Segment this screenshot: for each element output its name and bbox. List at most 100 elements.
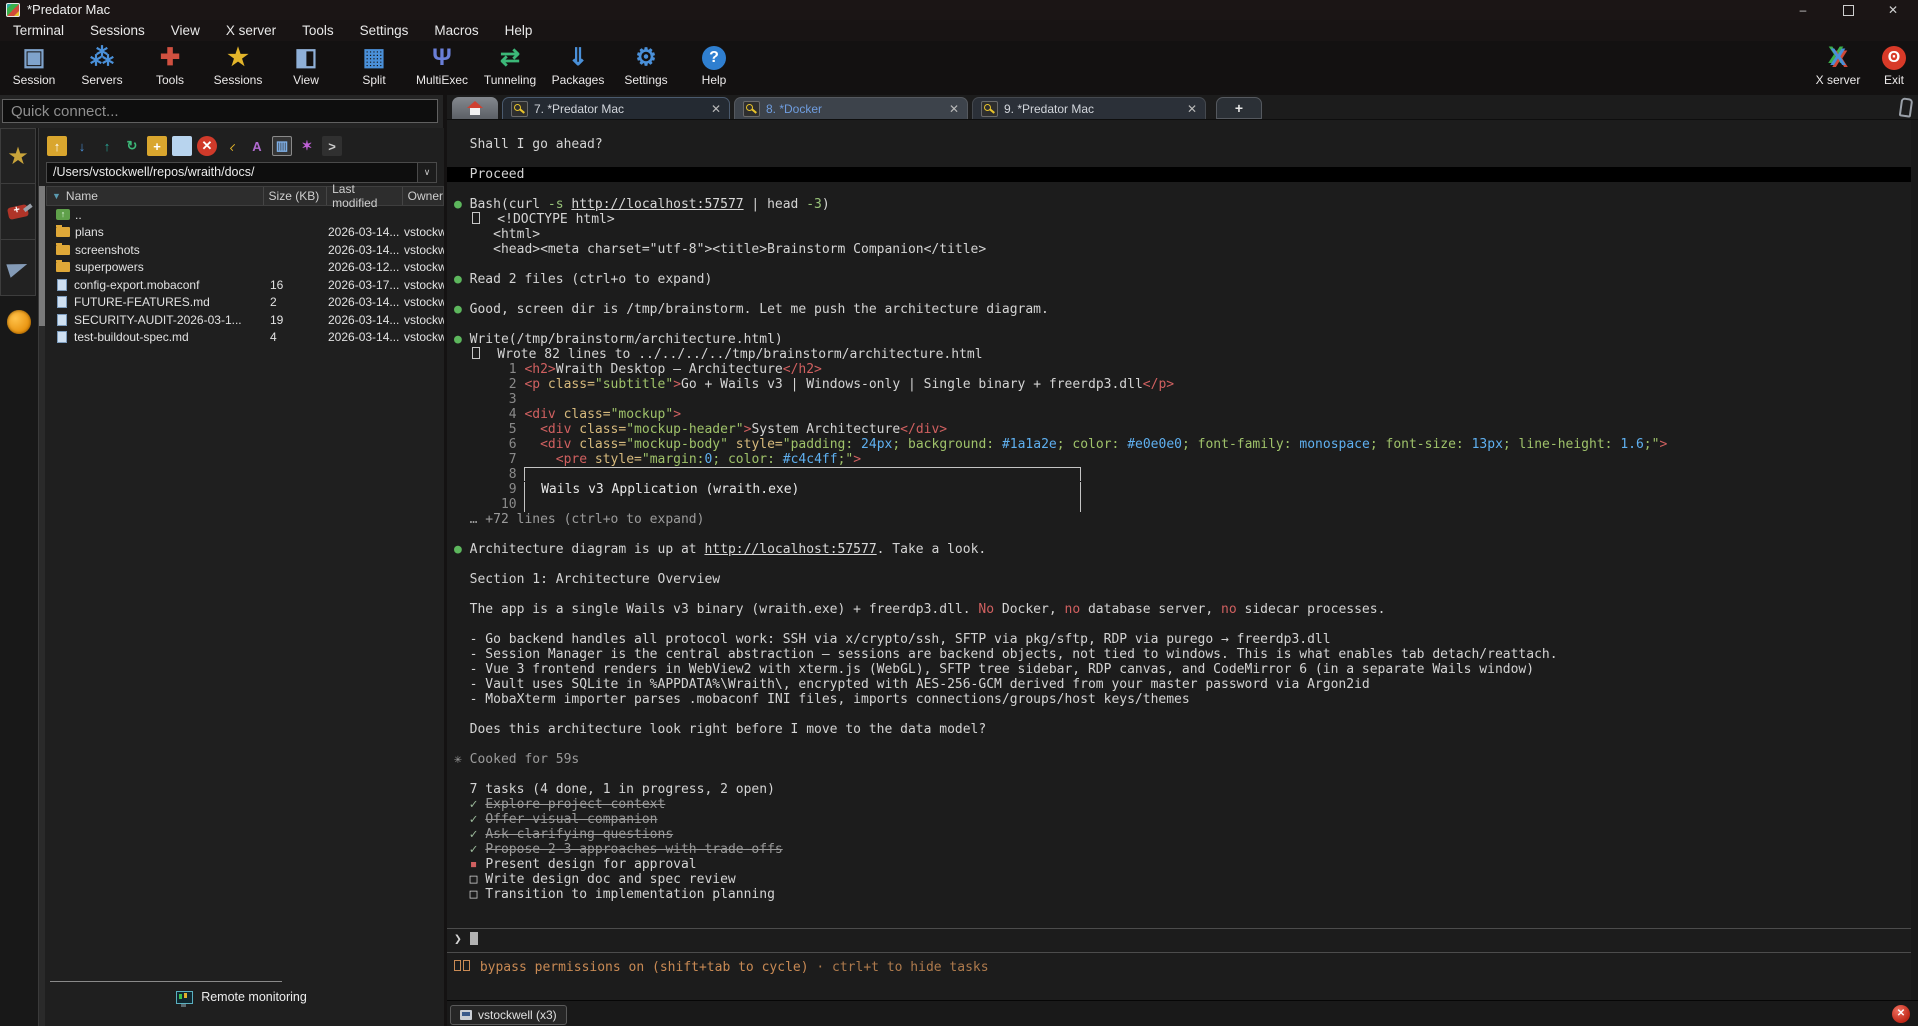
toolbar-split-button[interactable]: ▦Split — [340, 43, 408, 93]
toolbar-session-button[interactable]: ▣Session — [0, 43, 68, 93]
tab-close-icon[interactable]: ✕ — [1187, 102, 1197, 116]
terminal-scrollbar[interactable] — [1911, 120, 1918, 1000]
view-icon: ◧ — [272, 43, 340, 73]
path-dropdown-button[interactable]: ∨ — [417, 163, 436, 182]
file-row[interactable]: test-buildout-spec.md42026-03-14...vstoc… — [46, 329, 444, 347]
file-modified: 2026-03-14... — [328, 225, 404, 239]
sidebar-tab-tools[interactable] — [0, 184, 36, 240]
toolbar-tunneling-button[interactable]: ⇄Tunneling — [476, 43, 544, 93]
terminal-line — [454, 527, 1918, 542]
menu-macros[interactable]: Macros — [421, 23, 491, 38]
tab-7[interactable]: 7. *Predator Mac✕ — [502, 97, 730, 119]
column-header-owner[interactable]: Owner — [403, 187, 443, 205]
prompt-line[interactable]: ❯ — [454, 932, 1918, 947]
toolbar-exit-button[interactable]: ʘExit — [1860, 43, 1918, 93]
toolbar-servers-button[interactable]: ⁂Servers — [68, 43, 136, 93]
file-row[interactable]: config-export.mobaconf162026-03-17...vst… — [46, 276, 444, 294]
file-owner: vstockw — [404, 243, 444, 257]
terminal-line: ✓ Offer visual companion — [454, 812, 1918, 827]
close-button[interactable]: ✕ — [1876, 0, 1910, 20]
file-row[interactable]: superpowers2026-03-12...vstockw — [46, 259, 444, 277]
file-table-body: ↑..plans2026-03-14...vstockwscreenshots2… — [46, 206, 444, 346]
terminal-line: 9 Wails v3 Application (wraith.exe) — [454, 482, 1918, 497]
terminal-line: - Vault uses SQLite in %APPDATA%\Wraith\… — [454, 677, 1918, 692]
session-tab-vstockwell[interactable]: vstockwell (x3) — [450, 1005, 567, 1025]
new-folder-icon[interactable]: + — [147, 136, 167, 156]
menu-view[interactable]: View — [158, 23, 213, 38]
menu-settings[interactable]: Settings — [347, 23, 422, 38]
toolbar-tools-button[interactable]: ✚Tools — [136, 43, 204, 93]
file-row[interactable]: SECURITY-AUDIT-2026-03-1...192026-03-14.… — [46, 311, 444, 329]
menu-x-server[interactable]: X server — [213, 23, 289, 38]
toolbar-settings-button[interactable]: ⚙Settings — [612, 43, 680, 93]
terminal-line: - Go backend handles all protocol work: … — [454, 632, 1918, 647]
terminal-line: <!DOCTYPE html> — [454, 212, 1918, 227]
path-field[interactable]: /Users/vstockwell/repos/wraith/docs/ ∨ — [46, 162, 437, 183]
menu-tools[interactable]: Tools — [289, 23, 347, 38]
file-size: 2 — [264, 295, 328, 309]
toolbar-label: Tools — [136, 73, 204, 87]
file-row[interactable]: FUTURE-FEATURES.md22026-03-14...vstockw — [46, 294, 444, 312]
wand-icon[interactable]: ✶ — [297, 136, 317, 156]
column-header-size[interactable]: Size (KB) — [264, 187, 328, 205]
toolbar-packages-button[interactable]: ⇓Packages — [544, 43, 612, 93]
paper-plane-icon — [6, 258, 29, 277]
column-header-name[interactable]: ▼Name — [47, 187, 264, 205]
session-tab-label: vstockwell (x3) — [478, 1008, 557, 1022]
maximize-button[interactable] — [1831, 0, 1865, 20]
terminal-pane[interactable]: Shall I go ahead? Proceed ● Bash(curl -s… — [447, 120, 1918, 1000]
globe-icon — [7, 310, 31, 334]
prompt-input-box[interactable]: ❯ — [447, 928, 1918, 953]
file-owner: vstockw — [404, 330, 444, 344]
terminal-line: - Vue 3 frontend renders in WebView2 wit… — [454, 662, 1918, 677]
remote-monitoring-toggle[interactable]: Remote monitoring — [39, 990, 444, 1004]
terminal-icon[interactable]: > — [322, 136, 342, 156]
toolbar-label: Tunneling — [476, 73, 544, 87]
rename-icon[interactable]: A — [247, 136, 267, 156]
menu-terminal[interactable]: Terminal — [0, 23, 77, 38]
new-tab-button[interactable]: + — [1216, 97, 1262, 119]
scrollbar-thumb[interactable] — [39, 186, 45, 326]
upload-icon[interactable]: ↑ — [97, 136, 117, 156]
file-icon — [57, 331, 67, 343]
restore-icon — [1843, 5, 1854, 16]
menu-help[interactable]: Help — [492, 23, 546, 38]
terminal-line: □ Transition to implementation planning — [454, 887, 1918, 902]
column-header-modified[interactable]: Last modified — [327, 187, 403, 205]
toolbar: ▣Session⁂Servers✚Tools★Sessions◧View▦Spl… — [0, 41, 1918, 95]
key-icon[interactable]: ⌐ — [218, 132, 246, 160]
toolbar-view-button[interactable]: ◧View — [272, 43, 340, 93]
sidebar-tab-macros[interactable] — [0, 240, 36, 296]
tab-9[interactable]: 9. *Predator Mac✕ — [972, 97, 1206, 119]
sidebar-tab-sftp[interactable] — [0, 296, 38, 334]
terminal-line: 5 <div class="mockup-header">System Arch… — [454, 422, 1918, 437]
terminal-line: ● Bash(curl -s http://localhost:57577 | … — [454, 197, 1918, 212]
toolbar-label: Exit — [1860, 73, 1918, 87]
toolbar-multiexec-button[interactable]: ΨMultiExec — [408, 43, 476, 93]
delete-icon[interactable]: ✕ — [197, 136, 217, 156]
toolbar-help-button[interactable]: ?Help — [680, 43, 748, 93]
tab-home[interactable] — [452, 97, 498, 119]
quick-connect-input[interactable]: Quick connect... — [2, 99, 438, 123]
tab-close-icon[interactable]: ✕ — [711, 102, 721, 116]
attachments-icon[interactable] — [1899, 97, 1914, 117]
tab-8[interactable]: 8. *Docker✕ — [734, 97, 968, 119]
sidebar-tab-sessions[interactable]: ★ — [0, 128, 36, 184]
refresh-icon[interactable]: ↻ — [122, 136, 142, 156]
sidebar-scrollbar[interactable] — [39, 186, 45, 1026]
folder-up-icon[interactable]: ↑ — [47, 136, 67, 156]
tab-close-icon[interactable]: ✕ — [949, 102, 959, 116]
minimize-button[interactable]: – — [1786, 0, 1820, 20]
file-name: screenshots — [75, 243, 140, 257]
download-icon[interactable]: ↓ — [72, 136, 92, 156]
file-row[interactable]: screenshots2026-03-14...vstockw — [46, 241, 444, 259]
split-view-icon[interactable]: ▥ — [272, 136, 292, 156]
toolbar-sessions-button[interactable]: ★Sessions — [204, 43, 272, 93]
file-modified: 2026-03-12... — [328, 260, 404, 274]
menu-sessions[interactable]: Sessions — [77, 23, 158, 38]
file-icon — [57, 314, 67, 326]
alert-icon[interactable]: ✕ — [1892, 1005, 1910, 1023]
help-icon: ? — [702, 46, 726, 70]
new-file-icon[interactable] — [172, 136, 192, 156]
file-row[interactable]: plans2026-03-14...vstockw — [46, 224, 444, 242]
